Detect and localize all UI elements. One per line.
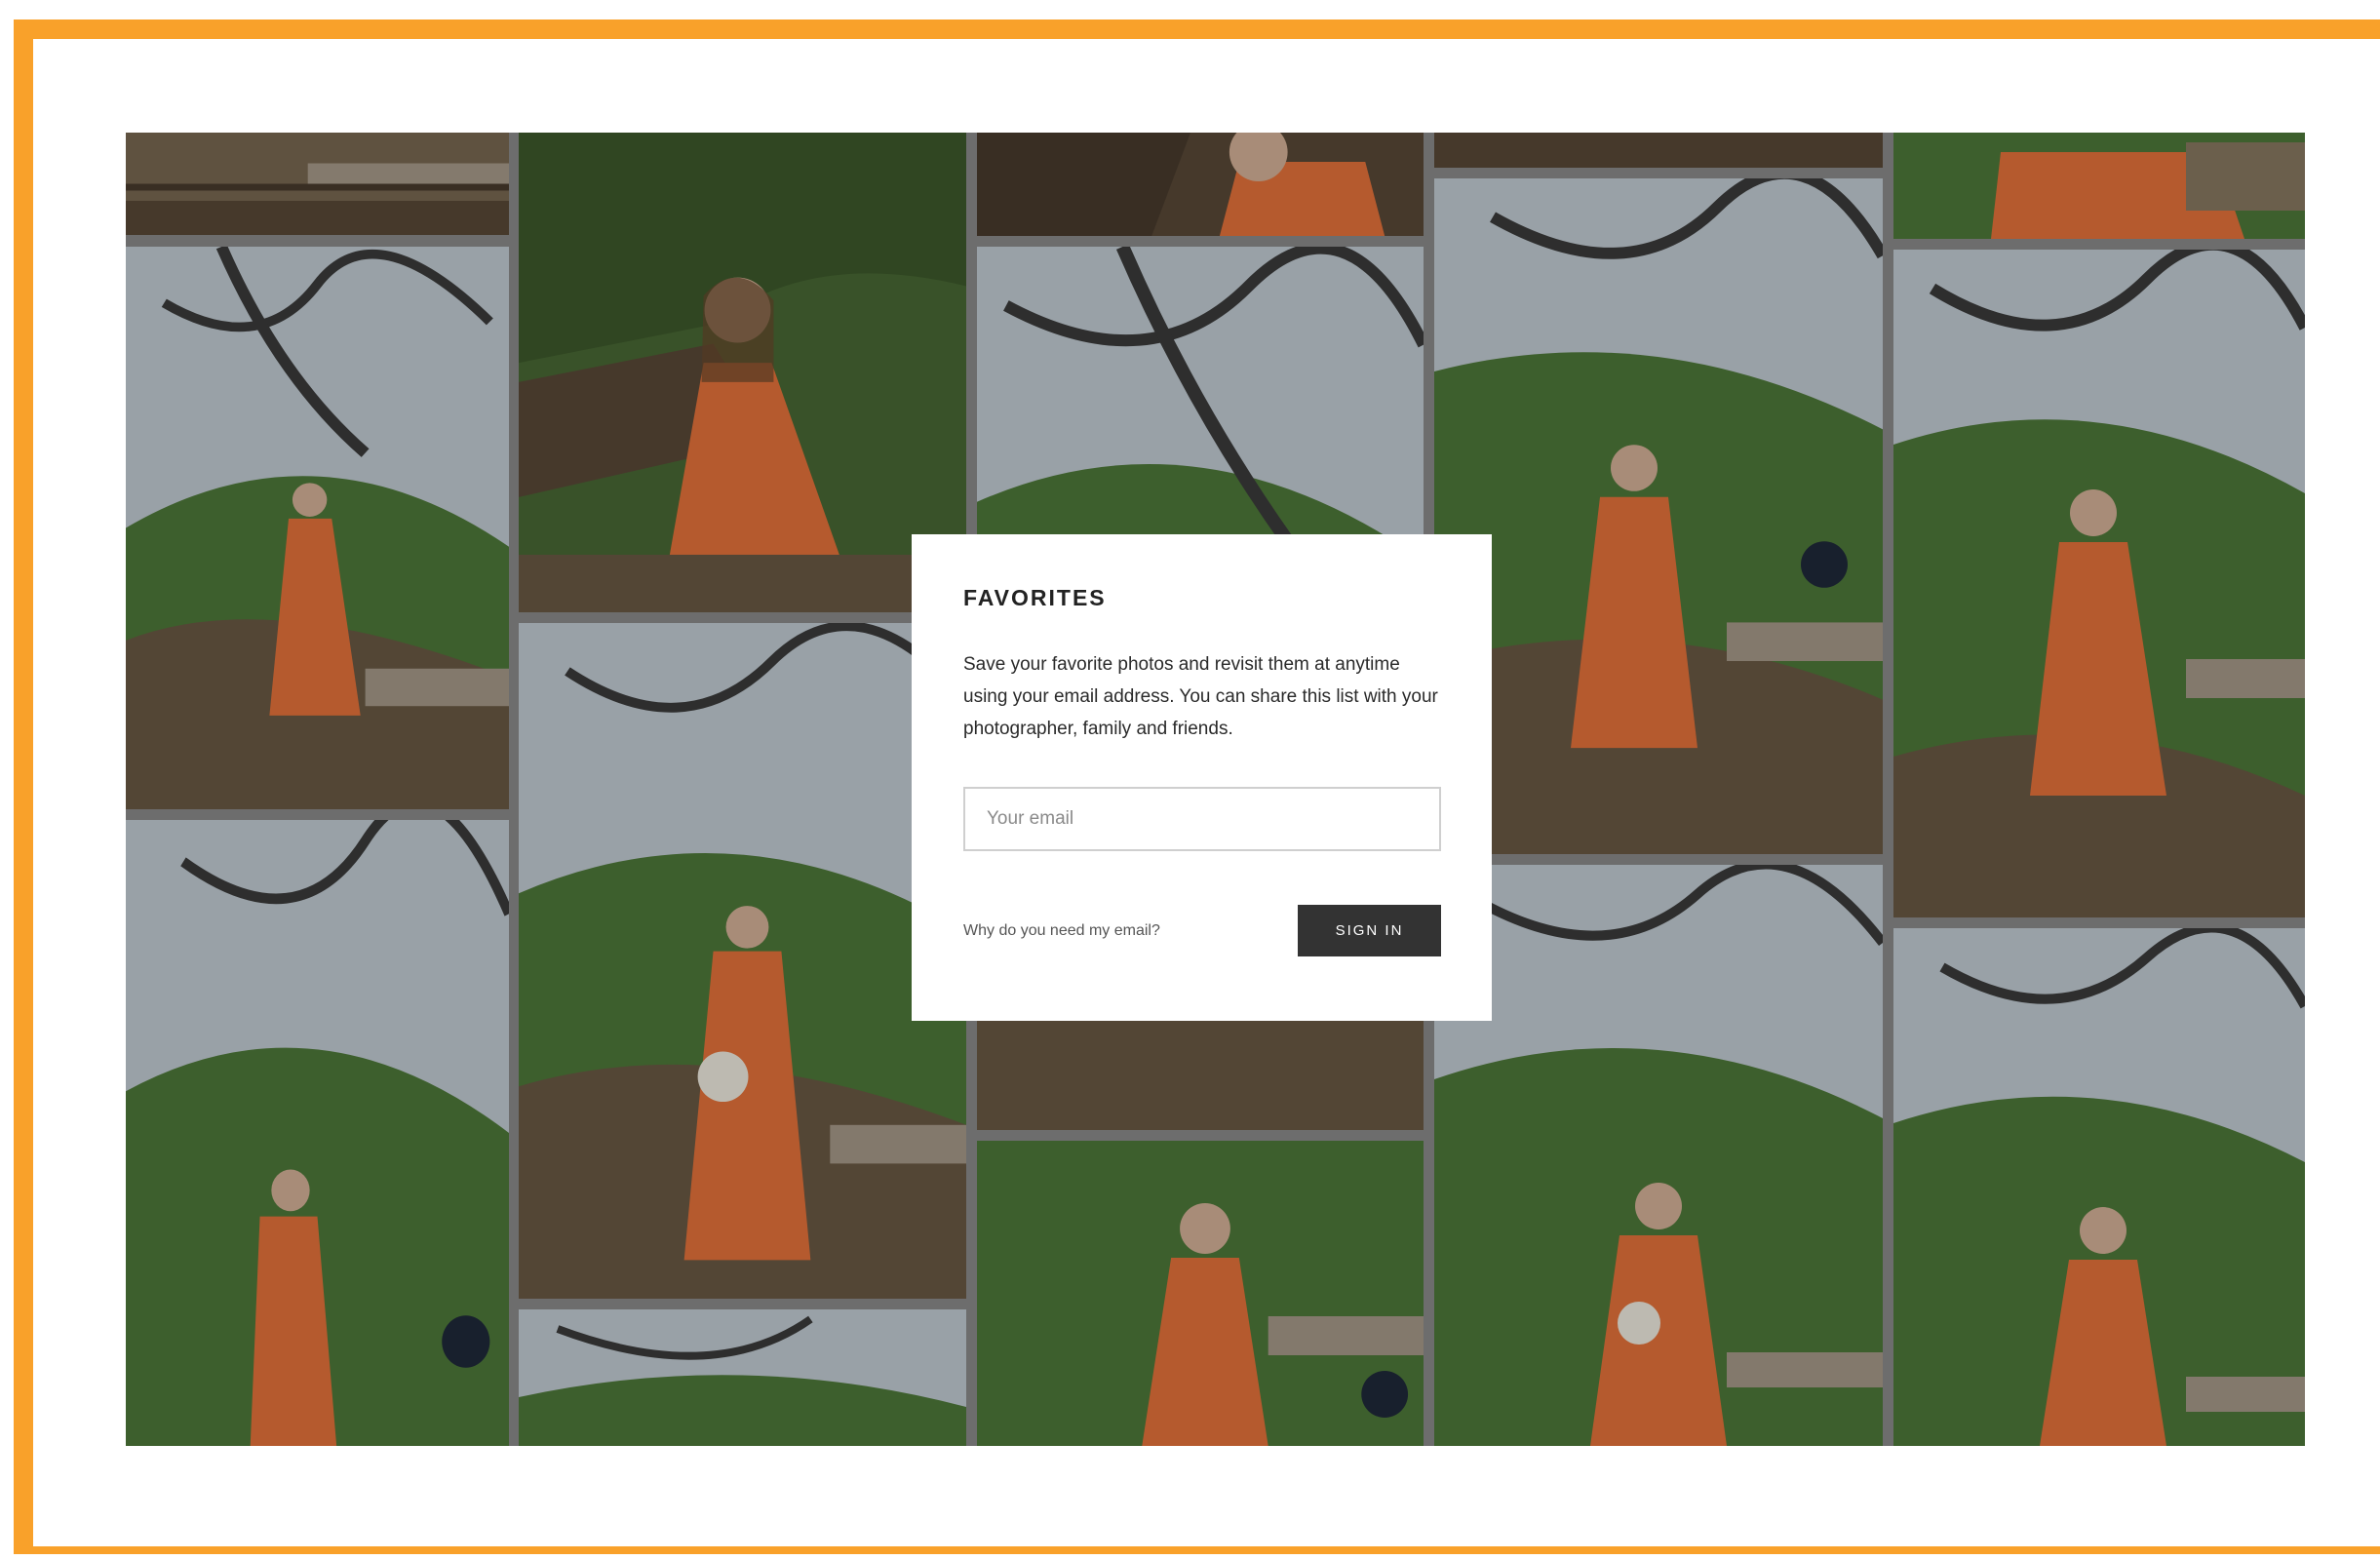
gallery-photo[interactable] <box>1893 928 2305 1446</box>
gallery-photo[interactable] <box>519 1309 966 1446</box>
gallery-photo[interactable] <box>1434 178 1883 854</box>
sign-in-button[interactable]: SIGN IN <box>1298 905 1441 956</box>
gallery-photo[interactable] <box>1434 133 1883 168</box>
gallery-photo[interactable] <box>519 623 966 1299</box>
modal-description: Save your favorite photos and revisit th… <box>963 654 1438 739</box>
favorites-modal: FAVORITES Save your favorite photos and … <box>912 534 1492 1021</box>
gallery-photo[interactable] <box>126 820 509 1446</box>
gallery-photo[interactable] <box>126 247 509 809</box>
gallery-photo[interactable] <box>1893 250 2305 917</box>
gallery-photo[interactable] <box>977 133 1424 236</box>
gallery-photo[interactable] <box>519 133 966 612</box>
gallery-photo[interactable] <box>1893 133 2305 239</box>
gallery-photo[interactable] <box>126 133 509 235</box>
why-email-link[interactable]: Why do you need my email? <box>963 922 1160 940</box>
email-input[interactable] <box>963 787 1441 851</box>
modal-footer: Why do you need my email? SIGN IN <box>963 905 1441 956</box>
gallery-photo[interactable] <box>977 1141 1424 1446</box>
modal-title: FAVORITES <box>963 585 1107 610</box>
gallery-photo[interactable] <box>1434 865 1883 1446</box>
